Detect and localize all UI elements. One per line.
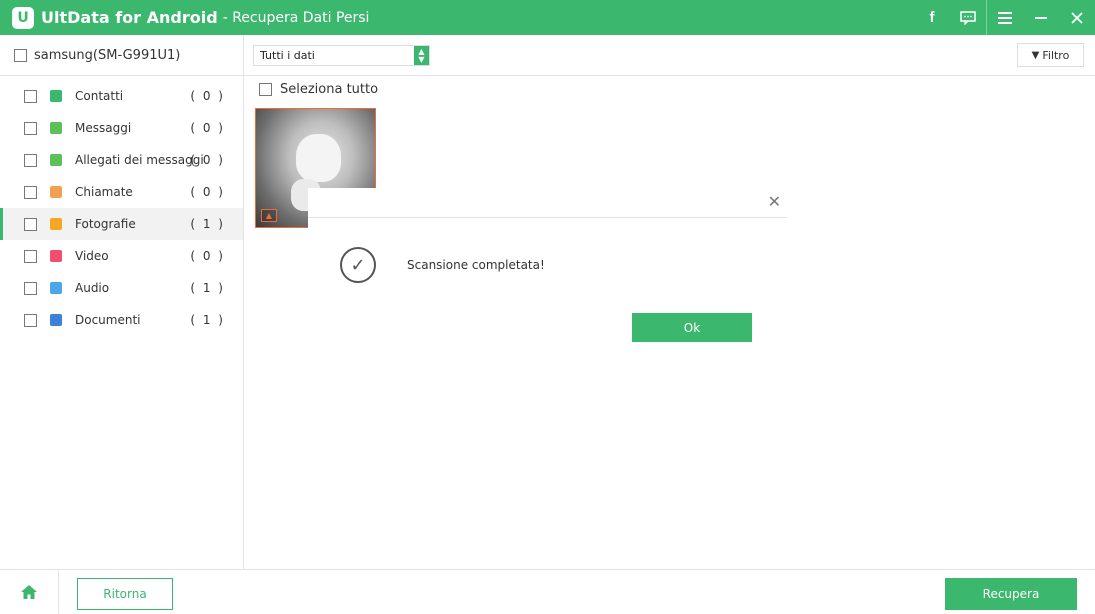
home-icon[interactable] (0, 570, 59, 614)
recover-button[interactable]: Recupera (945, 578, 1077, 610)
category-count: ( 1 ) (190, 281, 225, 295)
app-name: UltData for Android (41, 8, 218, 27)
category-label: Fotografie (75, 217, 136, 231)
contacts-icon (50, 90, 62, 102)
dialog-message: Scansione completata! (407, 258, 545, 272)
category-label: Audio (75, 281, 110, 295)
ok-button[interactable]: Ok (632, 313, 752, 342)
image-icon: ▲ (261, 209, 277, 222)
feedback-icon[interactable] (950, 0, 986, 35)
category-label: Messaggi (75, 121, 132, 135)
data-filter-select[interactable]: Tutti i dati ▲ ▼ (253, 45, 430, 66)
menu-icon[interactable] (987, 0, 1023, 35)
data-filter-value: Tutti i dati (260, 49, 315, 62)
video-icon (50, 250, 62, 262)
category-count: ( 0 ) (190, 89, 225, 103)
scan-complete-dialog: ✕ ✓ Scansione completata! Ok (308, 188, 787, 348)
minimize-icon[interactable] (1023, 0, 1059, 35)
category-label: Allegati dei messaggi (75, 153, 204, 167)
content-toolbar: Tutti i dati ▲ ▼ ▼ Filtro (244, 35, 1095, 76)
category-item-calls[interactable]: Chiamate ( 0 ) (0, 176, 243, 208)
category-label: Chiamate (75, 185, 133, 199)
category-label: Documenti (75, 313, 141, 327)
select-all-label: Seleziona tutto (280, 82, 379, 97)
category-item-messages[interactable]: Messaggi ( 0 ) (0, 112, 243, 144)
filter-button-label: Filtro (1042, 48, 1070, 62)
device-row[interactable]: samsung(SM-G991U1) (0, 35, 243, 76)
category-count: ( 0 ) (190, 185, 225, 199)
category-checkbox[interactable] (24, 153, 37, 167)
category-item-video[interactable]: Video ( 0 ) (0, 240, 243, 272)
category-count: ( 0 ) (190, 249, 225, 263)
category-checkbox[interactable] (24, 313, 37, 327)
category-count: ( 0 ) (190, 121, 225, 135)
device-label: samsung(SM-G991U1) (34, 47, 181, 63)
chevron-updown-icon[interactable]: ▲ ▼ (414, 46, 429, 65)
bottom-bar: Ritorna Recupera (0, 569, 1095, 614)
category-label: Video (75, 249, 109, 263)
category-item-audio[interactable]: Audio ( 1 ) (0, 272, 243, 304)
category-item-photos[interactable]: Fotografie ( 1 ) (0, 208, 243, 240)
dialog-close-icon[interactable]: ✕ (768, 192, 781, 211)
funnel-icon: ▼ (1031, 49, 1040, 61)
category-checkbox[interactable] (24, 249, 37, 263)
category-item-attachments[interactable]: Allegati dei messaggi( 0 ) (0, 144, 243, 176)
attachments-icon (50, 154, 62, 166)
category-count: ( 1 ) (190, 217, 225, 231)
back-button[interactable]: Ritorna (77, 578, 173, 610)
category-count: ( 0 ) (190, 153, 225, 167)
category-checkbox[interactable] (24, 281, 37, 295)
filter-button[interactable]: ▼ Filtro (1017, 43, 1084, 67)
select-all-row[interactable]: Seleziona tutto (259, 82, 378, 97)
messages-icon (50, 122, 62, 134)
device-checkbox[interactable] (14, 48, 27, 62)
app-logo-icon: U (12, 6, 34, 29)
category-checkbox[interactable] (24, 89, 37, 103)
category-item-contacts[interactable]: Contatti ( 0 ) (0, 80, 243, 112)
title-bar: U UltData for Android - Recupera Dati Pe… (0, 0, 1095, 35)
category-item-documents[interactable]: Documenti ( 1 ) (0, 304, 243, 336)
select-all-checkbox[interactable] (259, 83, 272, 96)
category-sidebar: samsung(SM-G991U1) Contatti( 0 ) Messaggi… (0, 35, 244, 569)
documents-icon (50, 314, 62, 326)
audio-icon (50, 282, 62, 294)
window-controls: f (914, 0, 1095, 35)
photos-icon (50, 218, 62, 230)
app-subtitle: - Recupera Dati Persi (222, 9, 370, 26)
photo-content (296, 134, 341, 182)
dialog-header: ✕ (308, 188, 787, 218)
category-list: Contatti( 0 ) Messaggi( 0 ) Allegati dei m… (0, 76, 243, 336)
category-checkbox[interactable] (24, 185, 37, 199)
facebook-icon[interactable]: f (914, 0, 950, 35)
checkmark-icon: ✓ (340, 247, 376, 283)
category-label: Contatti (75, 89, 124, 103)
close-icon[interactable] (1059, 0, 1095, 35)
calls-icon (50, 186, 62, 198)
category-checkbox[interactable] (24, 217, 37, 231)
category-checkbox[interactable] (24, 121, 37, 135)
category-count: ( 1 ) (190, 313, 225, 327)
